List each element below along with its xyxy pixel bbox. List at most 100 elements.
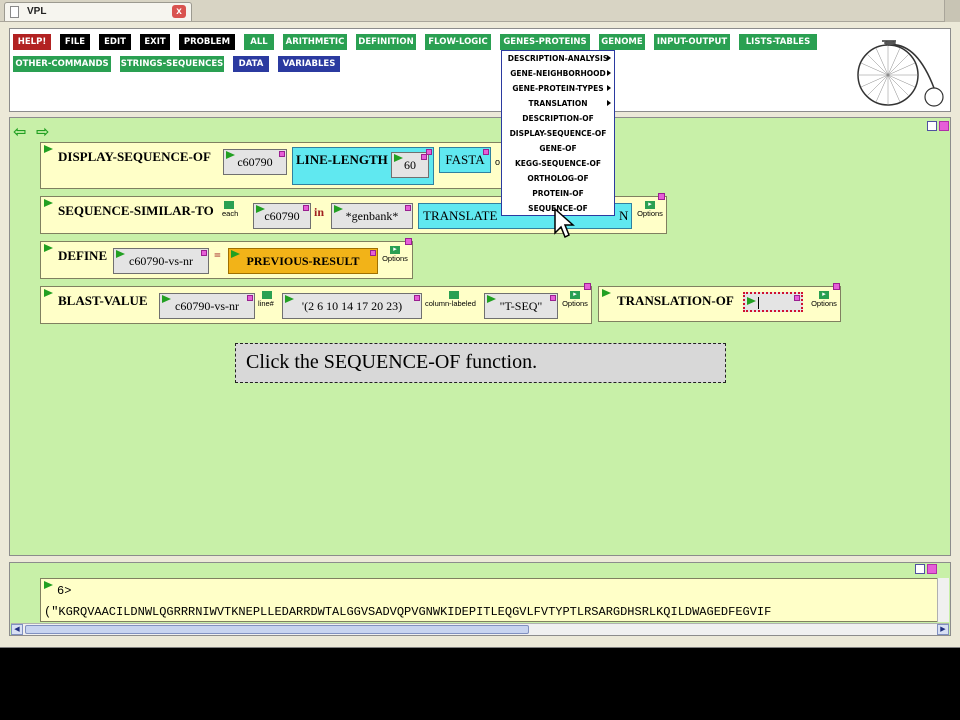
result-sequence: ("KGRQVAACILDNWLQGRRRNIWVTKNEPLLEDARRDWT… <box>44 605 772 619</box>
line-list-slot[interactable]: '(2 6 10 14 17 20 23) <box>282 293 422 319</box>
column-labeled-options-icon[interactable]: column-labeled <box>425 291 476 308</box>
flow-logic-button[interactable]: FLOW-LOGIC <box>425 34 491 50</box>
strings-sequences-button[interactable]: STRINGS-SEQUENCES <box>120 56 224 72</box>
other-commands-button[interactable]: OTHER-COMMANDS <box>13 56 111 72</box>
block-flag-icon <box>602 289 611 297</box>
slot-close-icon[interactable] <box>483 149 489 155</box>
slot-close-icon[interactable] <box>247 295 253 301</box>
help-button[interactable]: HELP! <box>13 34 51 50</box>
line-length-slot[interactable]: LINE-LENGTH 60 <box>292 147 434 185</box>
menu-item-description-analysis[interactable]: DESCRIPTION-ANALYSIS <box>502 51 614 66</box>
in-keyword: in <box>314 205 325 219</box>
file-button[interactable]: FILE <box>60 34 90 50</box>
slot-close-icon[interactable] <box>414 295 420 301</box>
scroll-thumb[interactable] <box>25 625 529 634</box>
blast-arg-slot[interactable]: c60790-vs-nr <box>159 293 255 319</box>
slot-close-icon[interactable] <box>303 205 309 211</box>
penny-farthing-logo-icon <box>857 40 944 107</box>
slot-value: c60790 <box>237 155 273 169</box>
slot-close-icon[interactable] <box>794 295 800 301</box>
menu-item-ortholog-of[interactable]: ORTHOLOG-OF <box>502 171 614 186</box>
database-slot[interactable]: *genbank* <box>331 203 413 229</box>
genes-proteins-button[interactable]: GENES-PROTEINS <box>500 34 590 50</box>
scroll-right-icon[interactable]: ▶ <box>937 624 949 635</box>
lists-tables-button[interactable]: LISTS-TABLES <box>739 34 817 50</box>
slot-close-icon[interactable] <box>201 250 207 256</box>
back-arrow-icon[interactable]: ⇦ <box>13 122 26 142</box>
slot-close-icon[interactable] <box>370 250 376 256</box>
variables-button[interactable]: VARIABLES <box>278 56 340 72</box>
block-name: DISPLAY-SEQUENCE-OF <box>58 149 211 164</box>
each-options-icon[interactable]: each <box>222 201 238 218</box>
translation-of-block[interactable]: TRANSLATION-OF ▸ Options <box>598 283 841 322</box>
display-sequence-of-block[interactable]: DISPLAY-SEQUENCE-OF c60790 LINE-LENGTH 6… <box>40 142 516 189</box>
column-label-slot[interactable]: "T-SEQ" <box>484 293 558 319</box>
slot-flag-icon <box>747 297 756 305</box>
block-close-icon[interactable] <box>584 283 591 290</box>
slot-close-icon[interactable] <box>405 205 411 211</box>
options-button[interactable]: ▸ Options <box>380 246 410 268</box>
slot-flag-icon <box>231 250 240 258</box>
block-flag-icon <box>44 244 53 252</box>
menu-item-kegg-sequence-of[interactable]: KEGG-SEQUENCE-OF <box>502 156 614 171</box>
genome-button[interactable]: GENOME <box>599 34 645 50</box>
menu-item-gene-neighborhood[interactable]: GENE-NEIGHBORHOOD <box>502 66 614 81</box>
blast-value-block[interactable]: BLAST-VALUE c60790-vs-nr line# '(2 6 10 … <box>40 283 592 324</box>
maximize-icon[interactable] <box>927 121 937 131</box>
tab-bar-scroll[interactable] <box>944 0 960 22</box>
options-icon: ▸ <box>819 291 829 299</box>
menu-item-description-of[interactable]: DESCRIPTION-OF <box>502 111 614 126</box>
block-close-icon[interactable] <box>405 238 412 245</box>
workspace-panel[interactable]: ⇦ ⇨ DISPLAY-SEQUENCE-OF c60790 LINE-LENG… <box>9 117 951 556</box>
line-length-value-slot[interactable]: 60 <box>391 152 429 178</box>
close-tab-icon[interactable]: x <box>172 5 186 18</box>
close-window-icon[interactable] <box>939 121 949 131</box>
options-icon: ▸ <box>390 246 400 254</box>
options-button[interactable]: ▸ Options <box>635 201 665 223</box>
slot-value: c60790-vs-nr <box>175 299 239 313</box>
slot-close-icon[interactable] <box>426 149 432 155</box>
options-button[interactable]: ▸ Options <box>560 291 590 313</box>
data-button[interactable]: DATA <box>233 56 269 72</box>
block-close-icon[interactable] <box>658 193 665 200</box>
block-close-icon[interactable] <box>833 283 840 290</box>
definition-button[interactable]: DEFINITION <box>356 34 416 50</box>
problem-button[interactable]: PROBLEM <box>179 34 235 50</box>
all-button[interactable]: ALL <box>244 34 274 50</box>
slot-close-icon[interactable] <box>550 295 556 301</box>
line-number-options-icon[interactable]: line# <box>258 291 274 308</box>
sequence-arg-slot[interactable]: c60790 <box>223 149 287 175</box>
input-output-button[interactable]: INPUT-OUTPUT <box>654 34 730 50</box>
define-block[interactable]: DEFINE c60790-vs-nr = PREVIOUS-RESULT ▸ … <box>40 238 413 279</box>
slot-flag-icon <box>256 205 265 213</box>
forward-arrow-icon[interactable]: ⇨ <box>36 122 49 142</box>
menu-item-gene-protein-types[interactable]: GENE-PROTEIN-TYPES <box>502 81 614 96</box>
browser-tab[interactable]: VPL x <box>4 2 192 21</box>
arithmetic-button[interactable]: ARITHMETIC <box>283 34 347 50</box>
menu-item-translation[interactable]: TRANSLATION <box>502 96 614 111</box>
instruction-hint: Click the SEQUENCE-OF function. <box>235 343 726 383</box>
options-button[interactable]: ▸ Options <box>809 291 839 313</box>
vertical-scrollbar[interactable] <box>937 578 949 622</box>
slot-close-icon[interactable] <box>279 151 285 157</box>
result-index: 6> <box>57 584 72 598</box>
edit-button[interactable]: EDIT <box>99 34 131 50</box>
horizontal-scrollbar[interactable]: ◀ ▶ <box>11 623 949 635</box>
block-name: BLAST-VALUE <box>58 293 148 308</box>
genes-proteins-dropdown: DESCRIPTION-ANALYSIS GENE-NEIGHBORHOOD G… <box>501 50 615 216</box>
menu-item-display-sequence-of[interactable]: DISPLAY-SEQUENCE-OF <box>502 126 614 141</box>
status-strip <box>0 640 960 648</box>
translation-input-slot[interactable] <box>743 292 803 312</box>
similar-arg-slot[interactable]: c60790 <box>253 203 311 229</box>
browser-tab-bar: VPL x <box>0 0 960 22</box>
variable-name-slot[interactable]: c60790-vs-nr <box>113 248 209 274</box>
menu-item-protein-of[interactable]: PROTEIN-OF <box>502 186 614 201</box>
maximize-icon[interactable] <box>915 564 925 574</box>
previous-result-slot[interactable]: PREVIOUS-RESULT <box>228 248 378 274</box>
scroll-left-icon[interactable]: ◀ <box>11 624 23 635</box>
fasta-slot[interactable]: FASTA <box>439 147 491 173</box>
close-window-icon[interactable] <box>927 564 937 574</box>
menu-panel: HELP! FILE EDIT EXIT PROBLEM ALL ARITHME… <box>9 28 951 112</box>
exit-button[interactable]: EXIT <box>140 34 170 50</box>
menu-item-gene-of[interactable]: GENE-OF <box>502 141 614 156</box>
